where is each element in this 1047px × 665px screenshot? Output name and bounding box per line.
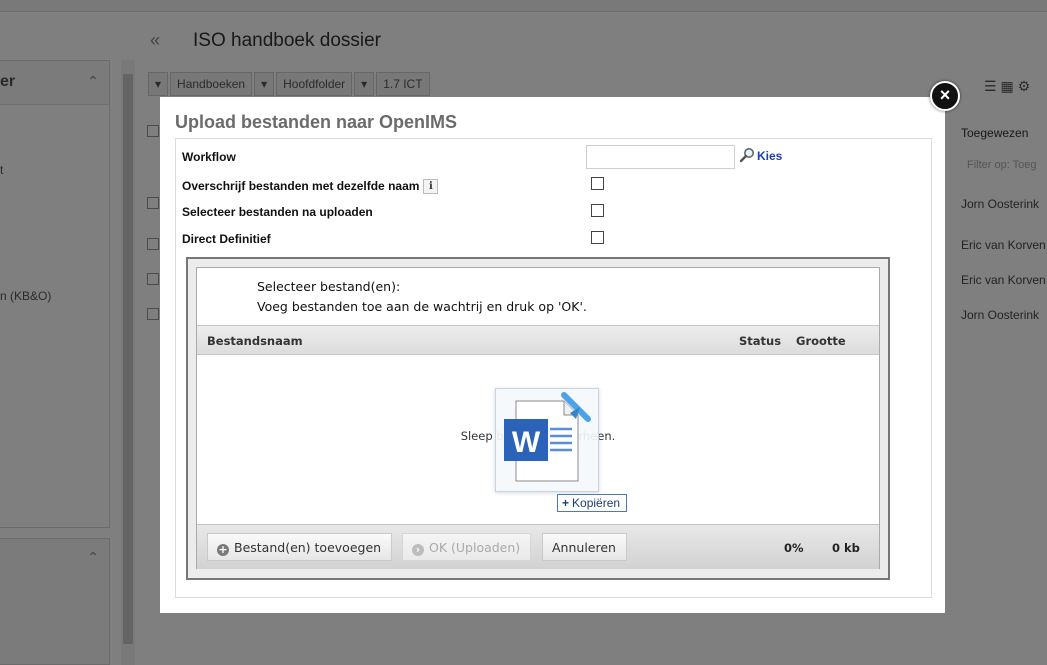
- add-files-button-label: Bestand(en) toevoegen: [234, 540, 382, 555]
- direct-definitief-label: Direct Definitief: [182, 232, 271, 246]
- file-uploader: Selecteer bestand(en): Voeg bestanden to…: [196, 267, 880, 569]
- direct-definitief-checkbox[interactable]: [591, 231, 604, 244]
- upload-progress-percent: 0%: [784, 541, 804, 555]
- upload-form: Workflow Kies Overschrijf bestanden met …: [175, 138, 932, 598]
- uploader-instruction-line: Voeg bestanden toe aan de wachtrij en dr…: [257, 299, 587, 314]
- drop-zone[interactable]: Sleep bestanden hierheen. W: [197, 356, 879, 524]
- upload-total-size: 0 kb: [832, 541, 860, 555]
- workflow-label: Workflow: [182, 150, 236, 164]
- dialog-title: Upload bestanden naar OpenIMS: [175, 112, 458, 132]
- column-header-size: Grootte: [796, 334, 846, 348]
- svg-text:W: W: [512, 426, 541, 459]
- uploader-footer: + Bestand(en) toevoegen › OK (Uploaden) An…: [197, 524, 879, 569]
- copy-drag-tooltip: + Kopiëren: [557, 494, 628, 512]
- column-header-status: Status: [739, 334, 782, 348]
- uploader-instructions: Selecteer bestand(en): Voeg bestanden to…: [257, 277, 587, 317]
- add-files-button[interactable]: + Bestand(en) toevoegen: [207, 533, 393, 561]
- info-icon[interactable]: i: [423, 179, 439, 194]
- cancel-button[interactable]: Annuleren: [542, 533, 627, 561]
- copy-drag-tooltip-text: Kopiëren: [572, 496, 621, 510]
- file-list-header: Bestandsnaam Status Grootte: [197, 325, 879, 355]
- plus-circle-icon: +: [217, 543, 229, 556]
- magnifier-icon[interactable]: [739, 147, 755, 163]
- uploader-instruction-line: Selecteer bestand(en):: [257, 279, 401, 294]
- close-dialog-button[interactable]: ×: [930, 81, 960, 111]
- kies-link[interactable]: Kies: [757, 149, 782, 163]
- select-after-upload-label: Selecteer bestanden na uploaden: [182, 205, 373, 219]
- ok-upload-button[interactable]: › OK (Uploaden): [402, 533, 532, 561]
- overwrite-checkbox[interactable]: [591, 177, 604, 190]
- ok-upload-button-label: OK (Uploaden): [429, 540, 521, 555]
- upload-dialog: Upload bestanden naar OpenIMS Workflow K…: [160, 97, 945, 613]
- overwrite-label: Overschrijf bestanden met dezelfde naam i: [182, 179, 439, 194]
- uploader-frame: Selecteer bestand(en): Voeg bestanden to…: [186, 257, 890, 580]
- cancel-button-label: Annuleren: [552, 540, 616, 555]
- word-document-icon: W: [504, 392, 591, 482]
- column-header-filename: Bestandsnaam: [207, 334, 303, 348]
- arrow-circle-icon: ›: [412, 544, 424, 556]
- overwrite-label-text: Overschrijf bestanden met dezelfde naam: [182, 179, 420, 193]
- select-after-upload-checkbox[interactable]: [591, 204, 604, 217]
- close-icon: ×: [939, 85, 951, 105]
- workflow-input[interactable]: [586, 145, 735, 169]
- plus-icon: +: [562, 496, 570, 510]
- dragged-word-file-icon: W: [495, 388, 599, 492]
